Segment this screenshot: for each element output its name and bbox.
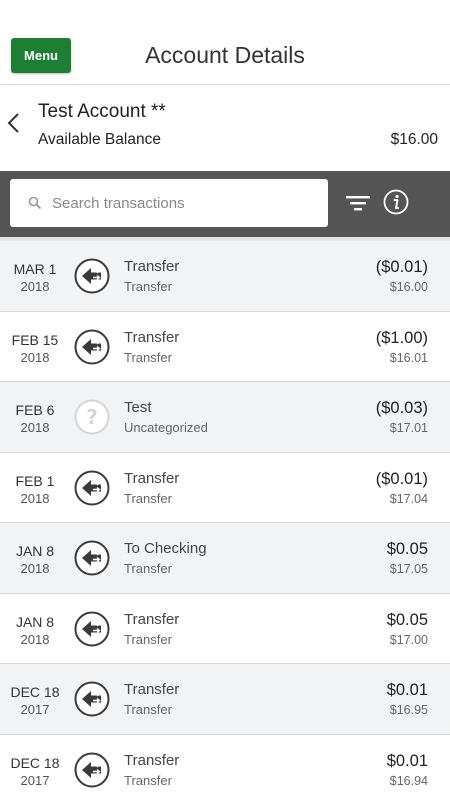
running-balance: $16.94	[389, 773, 428, 788]
transaction-date: DEC 18	[10, 754, 60, 771]
transaction-amount: ($0.01)	[375, 469, 428, 488]
transaction-description: Transfer	[124, 681, 180, 698]
transfer-icon	[74, 540, 110, 576]
transaction-description: Transfer	[124, 751, 180, 769]
question-icon: ?	[74, 399, 110, 435]
transaction-row[interactable]: FEB 15 2018 Transfer Transfer ($1.00) $16.01	[0, 311, 450, 382]
running-balance: $17.00	[389, 632, 428, 647]
page-title: Account Details	[145, 42, 305, 68]
running-balance: $16.95	[389, 703, 428, 717]
svg-text:?: ?	[86, 405, 98, 429]
transfer-icon	[74, 681, 110, 717]
transfer-icon	[74, 258, 110, 294]
transaction-year: 2017	[20, 702, 50, 717]
transaction-amount: ($0.03)	[375, 399, 428, 417]
transaction-year: 2018	[20, 420, 50, 435]
search-icon	[28, 196, 42, 210]
transaction-category: Transfer	[124, 490, 172, 506]
transaction-category: Transfer	[124, 561, 172, 576]
transfer-icon	[74, 611, 110, 647]
transfer-icon	[74, 752, 110, 788]
info-icon[interactable]	[383, 189, 409, 215]
transaction-year: 2018	[20, 631, 50, 647]
transaction-category: Transfer	[124, 279, 172, 294]
transaction-row[interactable]: JAN 8 2018 Transfer Transfer $0.05 $17.00	[0, 593, 450, 664]
transaction-date: FEB 15	[11, 331, 59, 348]
transaction-date: JAN 8	[15, 613, 55, 630]
transaction-category: Transfer	[124, 349, 172, 365]
transaction-date: MAR 1	[13, 261, 57, 277]
transaction-year: 2018	[20, 490, 50, 506]
transaction-date: JAN 8	[15, 543, 55, 559]
transfer-icon	[74, 329, 110, 365]
transaction-date: FEB 1	[15, 472, 55, 489]
transaction-year: 2018	[20, 349, 50, 365]
search-toolbar	[0, 171, 450, 237]
chevron-left-icon[interactable]	[4, 111, 24, 135]
transaction-category: Transfer	[124, 631, 172, 647]
transaction-row[interactable]: MAR 1 2018 Transfer Transfer ($0.01) $16.00	[0, 241, 450, 312]
transaction-date: FEB 6	[15, 402, 55, 418]
transaction-row[interactable]: FEB 6 2018 ? Test Uncategorized ($0.03) $17.…	[0, 382, 450, 453]
transaction-amount: $0.01	[386, 751, 428, 770]
transaction-description: Transfer	[124, 328, 180, 346]
transaction-amount: ($0.01)	[375, 258, 428, 276]
transaction-description: Transfer	[124, 469, 180, 487]
search-input[interactable]	[52, 194, 312, 212]
transaction-description: Transfer	[124, 258, 180, 275]
transaction-year: 2017	[20, 772, 50, 788]
running-balance: $16.00	[389, 280, 428, 294]
transaction-row[interactable]: DEC 18 2017 Transfer Transfer $0.01 $16.95	[0, 664, 450, 735]
transaction-year: 2018	[20, 561, 50, 576]
filter-icon[interactable]	[346, 193, 370, 213]
transaction-category: Uncategorized	[124, 420, 208, 435]
transaction-amount: $0.05	[386, 540, 428, 558]
available-balance-value: $16.00	[390, 131, 438, 148]
running-balance: $17.01	[389, 421, 428, 435]
running-balance: $16.01	[389, 350, 428, 365]
transaction-row[interactable]: FEB 1 2018 Transfer Transfer ($0.01) $17.04	[0, 452, 450, 523]
transaction-row[interactable]: JAN 8 2018 To Checking Transfer $0.05 $17.05	[0, 523, 450, 594]
transaction-amount: $0.01	[386, 681, 428, 699]
transaction-description: To Checking	[124, 540, 207, 557]
available-balance-label: Available Balance	[38, 131, 161, 148]
transaction-row[interactable]: DEC 18 2017 Transfer Transfer $0.01 $16.94	[0, 734, 450, 800]
running-balance: $17.05	[389, 562, 428, 576]
transaction-amount: $0.05	[386, 610, 428, 629]
transfer-icon	[74, 470, 110, 506]
transaction-year: 2018	[20, 279, 50, 294]
transaction-amount: ($1.00)	[375, 328, 428, 347]
transaction-category: Transfer	[124, 772, 172, 788]
transaction-category: Transfer	[124, 702, 172, 717]
account-name: Test Account **	[38, 101, 166, 122]
transaction-description: Test	[124, 399, 152, 416]
search-box[interactable]	[10, 179, 328, 227]
running-balance: $17.04	[389, 491, 428, 506]
transaction-description: Transfer	[124, 610, 180, 628]
account-summary: Test Account ** Available Balance $16.00	[0, 85, 450, 171]
app-header: Menu Account Details	[0, 0, 450, 85]
transaction-list: MAR 1 2018 Transfer Transfer ($0.01) $16.00 F…	[0, 237, 450, 800]
transaction-date: DEC 18	[10, 684, 60, 700]
